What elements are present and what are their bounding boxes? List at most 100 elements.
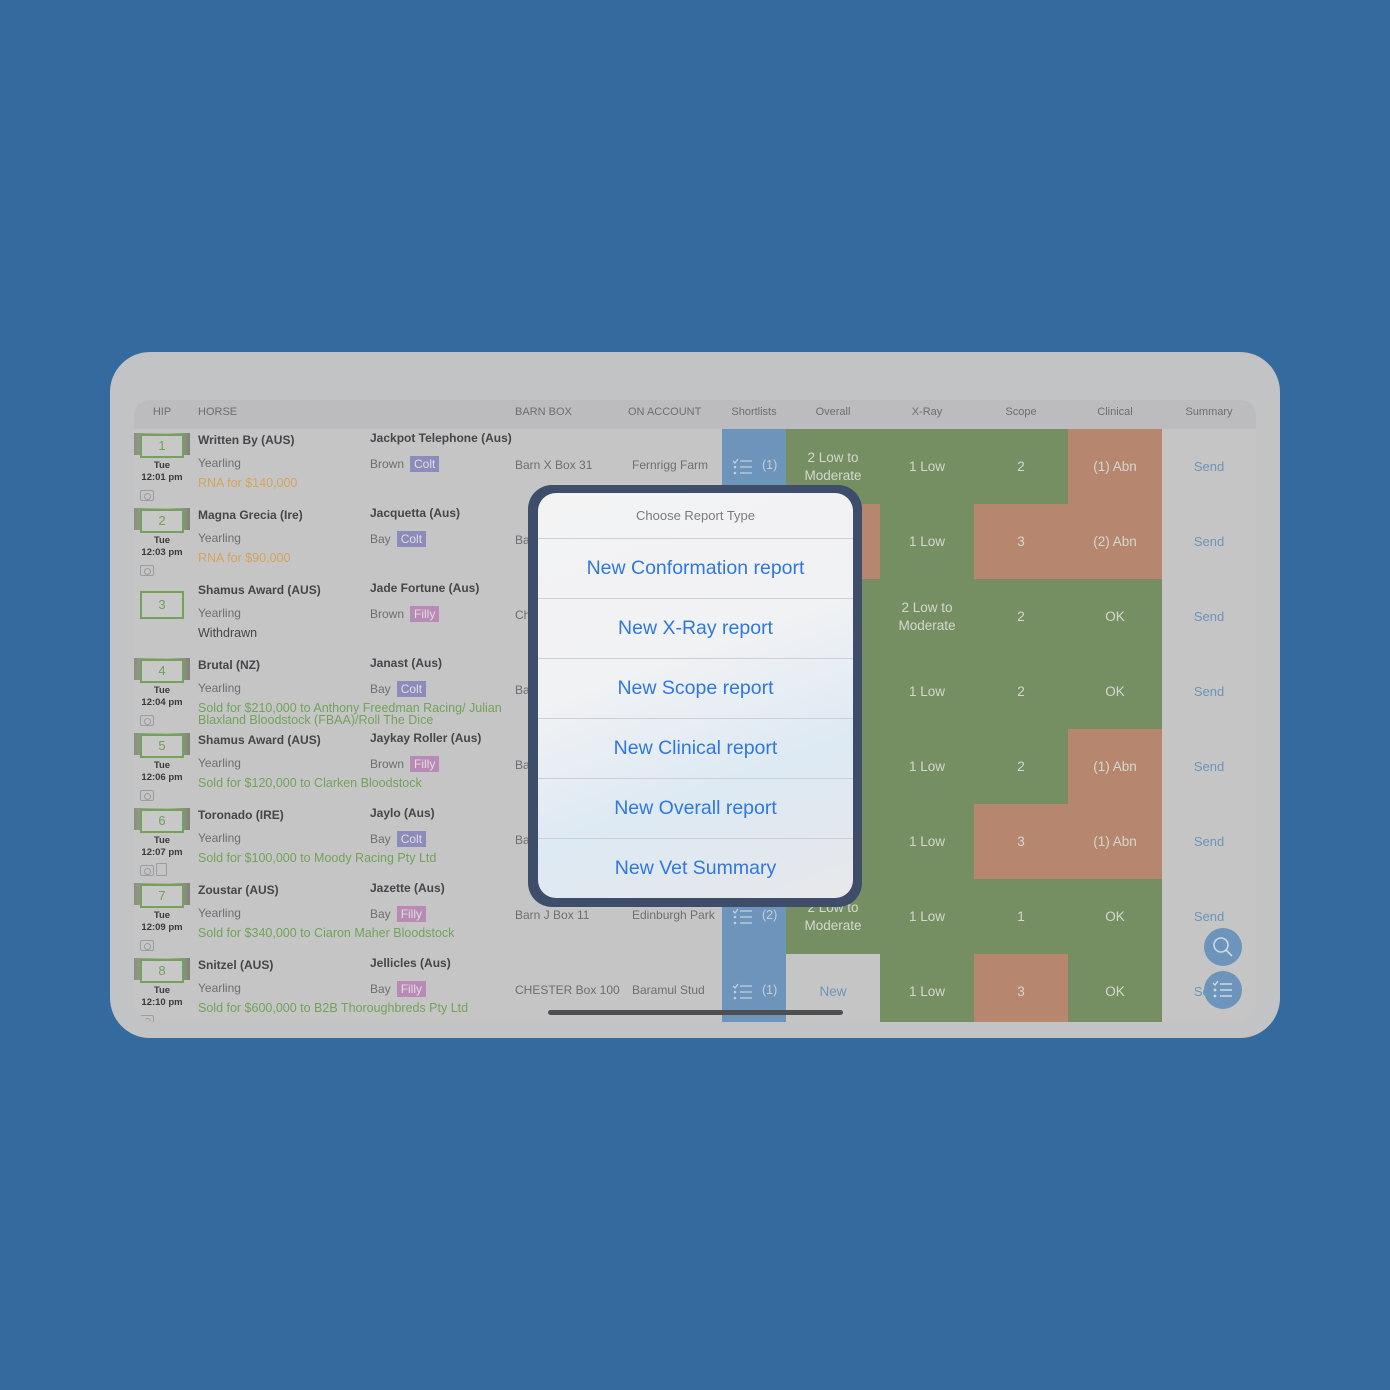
sex-badge: Colt xyxy=(396,531,427,547)
scope-cell[interactable]: 2 xyxy=(974,729,1068,804)
clinical-cell[interactable]: OK xyxy=(1068,654,1162,729)
report-type-popover: Choose Report Type New Conformation repo… xyxy=(538,493,853,898)
hip-number: 4 xyxy=(140,659,184,683)
xray-cell[interactable]: 1 Low xyxy=(880,879,974,954)
xray-cell[interactable]: 1 Low xyxy=(880,729,974,804)
send-summary-link[interactable]: Send xyxy=(1162,504,1256,579)
send-summary-link[interactable]: Send xyxy=(1162,654,1256,729)
new-conformation-report-option[interactable]: New Conformation report xyxy=(538,539,853,599)
barn-box: Barn J Box 11 xyxy=(515,908,590,922)
clinical-cell[interactable]: OK xyxy=(1068,879,1162,954)
scope-cell[interactable]: 1 xyxy=(974,879,1068,954)
new-scope-report-option[interactable]: New Scope report xyxy=(538,659,853,719)
new-clinical-report-option[interactable]: New Clinical report xyxy=(538,719,853,779)
send-summary-link[interactable]: Send xyxy=(1162,804,1256,879)
scope-cell[interactable]: 3 xyxy=(974,504,1068,579)
horse-colour: Bay xyxy=(370,907,391,921)
scope-cell[interactable]: 3 xyxy=(974,954,1068,1022)
sex-badge: Filly xyxy=(410,756,440,772)
sale-time: 12:07 pm xyxy=(141,847,183,858)
scope-cell[interactable]: 3 xyxy=(974,804,1068,879)
header-hip[interactable]: HIP xyxy=(134,400,190,429)
hip-cell[interactable]: 7 Tue 12:09 pm xyxy=(134,879,190,954)
xray-cell[interactable]: 2 Low to Moderate xyxy=(880,579,974,654)
document-icon[interactable] xyxy=(156,863,167,876)
sire-name: Snitzel (AUS) xyxy=(198,958,274,972)
clinical-cell[interactable]: (1) Abn xyxy=(1068,729,1162,804)
sale-result: Sold for $210,000 to Anthony Freedman Ra… xyxy=(198,701,502,727)
home-indicator xyxy=(548,1010,843,1015)
xray-cell[interactable]: 1 Low xyxy=(880,654,974,729)
shortlist-button[interactable] xyxy=(1204,971,1242,1009)
hip-cell[interactable]: 8 Tue 12:10 pm xyxy=(134,954,190,1022)
horse-age: Yearling xyxy=(198,981,241,995)
dam-name: Jade Fortune (Aus) xyxy=(370,581,480,595)
header-shortlists[interactable]: Shortlists xyxy=(722,400,786,429)
on-account: Edinburgh Park xyxy=(632,908,715,922)
sire-name: Brutal (NZ) xyxy=(198,658,260,672)
dam-name: Jaylo (Aus) xyxy=(370,806,435,820)
camera-icon[interactable] xyxy=(140,490,154,501)
sale-time: 12:10 pm xyxy=(141,997,183,1008)
scope-cell[interactable]: 2 xyxy=(974,429,1068,504)
header-xray[interactable]: X-Ray xyxy=(880,400,974,429)
header-on-account[interactable]: ON ACCOUNT xyxy=(628,400,701,429)
hip-number: 6 xyxy=(140,809,184,833)
sale-time: 12:06 pm xyxy=(141,772,183,783)
xray-cell[interactable]: 1 Low xyxy=(880,429,974,504)
hip-cell[interactable]: 5 Tue 12:06 pm xyxy=(134,729,190,804)
xray-cell[interactable]: 1 Low xyxy=(880,954,974,1022)
sale-result: RNA for $140,000 xyxy=(198,476,298,490)
camera-icon[interactable] xyxy=(140,565,154,576)
header-scope[interactable]: Scope xyxy=(974,400,1068,429)
search-icon xyxy=(1213,937,1233,957)
header-horse[interactable]: HORSE xyxy=(198,400,237,429)
sale-day: Tue xyxy=(153,460,171,471)
clinical-cell[interactable]: (1) Abn xyxy=(1068,804,1162,879)
hip-cell[interactable]: 4 Tue 12:04 pm xyxy=(134,654,190,729)
hip-cell[interactable]: 3 xyxy=(134,579,190,654)
hip-number: 1 xyxy=(140,434,184,458)
shortlist-count: (2) xyxy=(762,908,778,922)
sale-result: Sold for $120,000 to Clarken Bloodstock xyxy=(198,776,422,790)
camera-icon[interactable] xyxy=(140,790,154,801)
horse-age: Yearling xyxy=(198,531,241,545)
clinical-cell[interactable]: (1) Abn xyxy=(1068,429,1162,504)
xray-cell[interactable]: 1 Low xyxy=(880,804,974,879)
camera-icon[interactable] xyxy=(140,715,154,726)
hip-cell[interactable]: 2 Tue 12:03 pm xyxy=(134,504,190,579)
hip-cell[interactable]: 1 Tue 12:01 pm xyxy=(134,429,190,504)
scope-cell[interactable]: 2 xyxy=(974,579,1068,654)
dam-name: Jazette (Aus) xyxy=(370,881,445,895)
send-summary-link[interactable]: Send xyxy=(1162,729,1256,804)
camera-icon[interactable] xyxy=(140,865,154,876)
sale-result: Sold for $600,000 to B2B Thoroughbreds P… xyxy=(198,1001,469,1015)
sale-day: Tue xyxy=(153,535,171,546)
header-summary[interactable]: Summary xyxy=(1162,400,1256,429)
on-account: Baramul Stud xyxy=(632,983,705,997)
sale-result: RNA for $90,000 xyxy=(198,551,291,565)
xray-cell[interactable]: 1 Low xyxy=(880,504,974,579)
header-barn-box[interactable]: BARN BOX xyxy=(515,400,572,429)
new-vet-summary-option[interactable]: New Vet Summary xyxy=(538,839,853,898)
new-xray-report-option[interactable]: New X-Ray report xyxy=(538,599,853,659)
table-header: HIP HORSE BARN BOX ON ACCOUNT Shortlists… xyxy=(134,400,1256,429)
clinical-cell[interactable]: OK xyxy=(1068,579,1162,654)
send-summary-link[interactable]: Send xyxy=(1162,429,1256,504)
send-summary-link[interactable]: Send xyxy=(1162,579,1256,654)
hip-cell[interactable]: 6 Tue 12:07 pm xyxy=(134,804,190,879)
camera-icon[interactable] xyxy=(140,940,154,951)
header-overall[interactable]: Overall xyxy=(786,400,880,429)
header-clinical[interactable]: Clinical xyxy=(1068,400,1162,429)
shortlist-count: (1) xyxy=(762,983,778,997)
horse-colour: Bay xyxy=(370,682,391,696)
new-overall-report-option[interactable]: New Overall report xyxy=(538,779,853,839)
camera-icon[interactable] xyxy=(140,1015,154,1022)
horse-colour: Bay xyxy=(370,832,391,846)
search-button[interactable] xyxy=(1204,928,1242,966)
sire-name: Zoustar (AUS) xyxy=(198,883,279,897)
clinical-cell[interactable]: OK xyxy=(1068,954,1162,1022)
checklist-icon xyxy=(732,458,752,475)
clinical-cell[interactable]: (2) Abn xyxy=(1068,504,1162,579)
scope-cell[interactable]: 2 xyxy=(974,654,1068,729)
